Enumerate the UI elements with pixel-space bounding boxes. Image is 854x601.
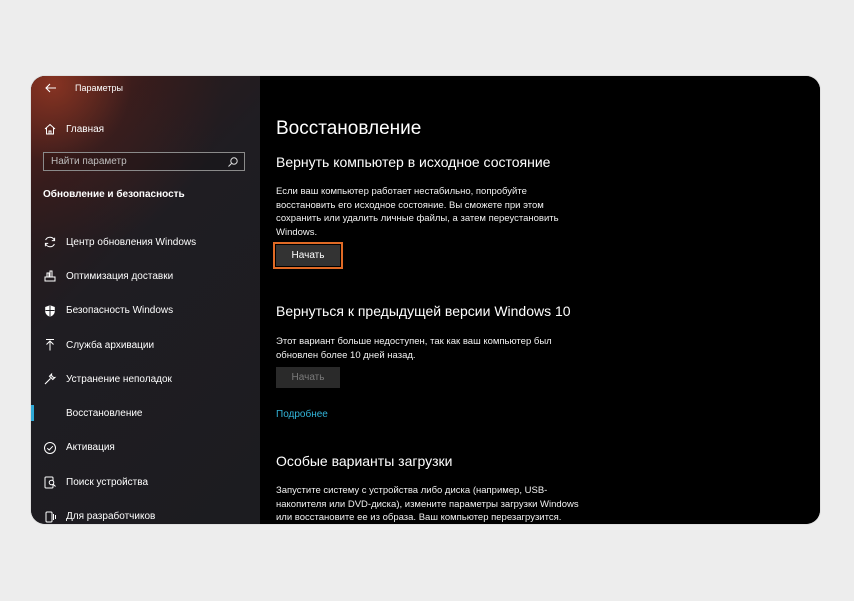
search-icon <box>227 156 239 168</box>
sidebar-item-label: Активация <box>66 442 115 454</box>
reset-line: Windows. <box>276 226 318 238</box>
advanced-line: Запустите систему с устройства либо диск… <box>276 485 548 496</box>
backup-arrow-icon <box>43 338 57 352</box>
advanced-line: накопителя или DVD-диска), измените пара… <box>276 498 579 510</box>
sidebar-item-find-device[interactable]: Поиск устройства <box>31 465 260 499</box>
shield-icon <box>43 304 57 318</box>
reset-start-button[interactable]: Начать <box>273 242 343 269</box>
rollback-description: Этот вариант больше недоступен, так как … <box>276 335 596 362</box>
sync-icon <box>43 235 57 249</box>
search-placeholder: Найти параметр <box>51 156 127 167</box>
sidebar-item-windows-update[interactable]: Центр обновления Windows <box>31 225 260 259</box>
sidebar-item-label: Устранение неполадок <box>66 373 172 385</box>
sidebar-item-label: Восстановление <box>66 408 143 420</box>
sidebar-item-label: Безопасность Windows <box>66 305 174 317</box>
home-label: Главная <box>66 123 105 135</box>
check-circle-icon <box>43 441 57 455</box>
sidebar-item-label: Поиск устройства <box>66 476 149 488</box>
reset-line: Если ваш компьютер работает нестабильно,… <box>276 186 527 197</box>
rollback-heading: Вернуться к предыдущей версии Windows 10 <box>276 303 571 319</box>
developer-icon <box>43 510 57 524</box>
sidebar-item-label: Для разработчиков <box>66 511 156 523</box>
sidebar-item-activation[interactable]: Активация <box>31 431 260 465</box>
page-title: Восстановление <box>276 118 422 139</box>
reset-description: Если ваш компьютер работает нестабильно,… <box>276 185 596 239</box>
home-icon <box>43 122 57 136</box>
sidebar-item-troubleshoot[interactable]: Устранение неполадок <box>31 362 260 396</box>
section-title: Обновление и безопасность <box>43 189 185 200</box>
sidebar-item-windows-security[interactable]: Безопасность Windows <box>31 294 260 328</box>
sidebar-item-label: Центр обновления Windows <box>66 236 197 248</box>
sidebar-item-developers[interactable]: Для разработчиков <box>31 499 260 524</box>
reset-line: сохранить или удалить личные файлы, а за… <box>276 213 559 224</box>
sidebar-nav: Центр обновления Windows Оптимизация дос… <box>31 225 260 524</box>
main-content: Восстановление Вернуть компьютер в исход… <box>260 76 820 524</box>
rollback-start-button[interactable]: Начать <box>276 367 340 388</box>
delivery-icon <box>43 269 57 283</box>
reset-line: восстановить его исходное состояние. Вы … <box>276 199 544 211</box>
settings-window: Параметры Главная Найти параметр Обновле… <box>31 76 820 524</box>
sidebar-item-label: Служба архивации <box>66 339 155 351</box>
sidebar-item-recovery[interactable]: Восстановление <box>31 396 260 430</box>
sidebar-item-backup[interactable]: Служба архивации <box>31 328 260 362</box>
recovery-icon <box>43 407 57 421</box>
rollback-line: Этот вариант больше недоступен, так как … <box>276 336 552 347</box>
rollback-line: обновлен более 10 дней назад. <box>276 349 416 361</box>
wrench-icon <box>43 372 57 386</box>
find-device-icon <box>43 475 57 489</box>
sidebar: Параметры Главная Найти параметр Обновле… <box>31 76 260 524</box>
sidebar-item-delivery-optimization[interactable]: Оптимизация доставки <box>31 259 260 293</box>
advanced-line: или восстановите ее из образа. Ваш компь… <box>276 512 562 523</box>
advanced-startup-heading: Особые варианты загрузки <box>276 453 453 469</box>
reset-heading: Вернуть компьютер в исходное состояние <box>276 154 551 170</box>
more-info-link[interactable]: Подробнее <box>276 409 328 420</box>
sidebar-item-home[interactable]: Главная <box>43 122 104 136</box>
advanced-startup-description: Запустите систему с устройства либо диск… <box>276 484 606 524</box>
search-input[interactable]: Найти параметр <box>43 152 245 171</box>
sidebar-item-label: Оптимизация доставки <box>66 270 174 282</box>
back-arrow-icon[interactable] <box>43 80 59 96</box>
app-title: Параметры <box>75 83 123 93</box>
